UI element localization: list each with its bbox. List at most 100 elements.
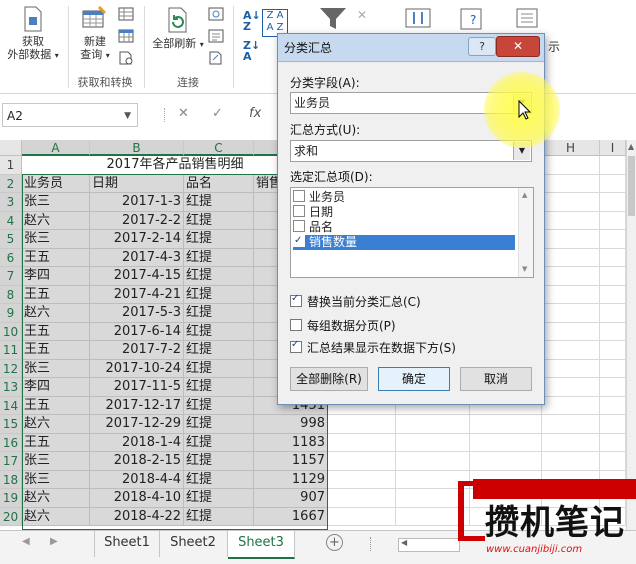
table-cell[interactable]: 红提	[184, 304, 254, 323]
edit-links-icon[interactable]	[208, 51, 224, 65]
row-header-5[interactable]: 5	[0, 230, 22, 249]
list-item[interactable]: 业务员	[293, 190, 515, 205]
replace-current-option[interactable]: 替换当前分类汇总(C)	[290, 293, 421, 310]
checkbox[interactable]	[293, 205, 305, 217]
checkbox[interactable]	[293, 220, 305, 232]
table-cell[interactable]: 2017-1-3	[90, 193, 184, 212]
table-cell[interactable]	[600, 285, 626, 304]
table-cell[interactable]: 红提	[184, 230, 254, 249]
table-cell[interactable]: 2017-10-24	[90, 359, 184, 378]
properties-icon[interactable]	[208, 29, 224, 43]
row-header-4[interactable]: 4	[0, 211, 22, 230]
table-cell[interactable]	[328, 470, 396, 489]
vertical-scrollbar[interactable]: ▲	[626, 140, 636, 530]
checkbox-checked[interactable]	[293, 233, 305, 248]
table-cell[interactable]	[542, 211, 600, 230]
row-header-3[interactable]: 3	[0, 193, 22, 212]
table-cell[interactable]	[600, 248, 626, 267]
clear-filter-icon[interactable]: ✕	[357, 8, 367, 22]
table-cell[interactable]: 1183	[254, 433, 328, 452]
tab-splitter[interactable]	[370, 537, 373, 551]
table-cell[interactable]	[396, 452, 470, 471]
close-button[interactable]: ✕	[496, 36, 540, 57]
table-cell[interactable]	[542, 248, 600, 267]
table-cell[interactable]: 张三	[22, 230, 90, 249]
row-header-12[interactable]: 12	[0, 359, 22, 378]
row-header-9[interactable]: 9	[0, 304, 22, 323]
table-cell[interactable]: 2017-4-21	[90, 285, 184, 304]
ok-button[interactable]: 确定	[378, 367, 450, 391]
table-cell[interactable]	[600, 433, 626, 452]
table-cell[interactable]: 红提	[184, 322, 254, 341]
table-cell[interactable]: 红提	[184, 248, 254, 267]
table-cell[interactable]: 2017-12-29	[90, 415, 184, 434]
table-cell[interactable]: 张三	[22, 452, 90, 471]
table-cell[interactable]	[600, 156, 626, 175]
table-cell[interactable]: 王五	[22, 433, 90, 452]
table-cell[interactable]	[470, 433, 542, 452]
table-cell[interactable]	[542, 433, 600, 452]
tab-next-icon[interactable]: ▶	[50, 536, 58, 547]
column-header-c[interactable]: C	[184, 140, 254, 156]
table-cell[interactable]: 2017-5-3	[90, 304, 184, 323]
table-cell[interactable]: 2017-12-17	[90, 396, 184, 415]
table-cell[interactable]	[542, 359, 600, 378]
formula-bar-splitter[interactable]	[164, 108, 167, 122]
table-cell[interactable]: 2017-6-14	[90, 322, 184, 341]
table-cell[interactable]: 2018-1-4	[90, 433, 184, 452]
table-cell[interactable]: 赵六	[22, 507, 90, 526]
row-header-13[interactable]: 13	[0, 378, 22, 397]
table-cell[interactable]	[328, 452, 396, 471]
table-cell[interactable]	[600, 193, 626, 212]
list-item[interactable]: 日期	[293, 205, 515, 220]
table-cell[interactable]: 红提	[184, 489, 254, 508]
table-cell[interactable]: 红提	[184, 396, 254, 415]
column-header-i[interactable]: I	[600, 140, 626, 156]
header-cell[interactable]: 日期	[90, 174, 184, 193]
header-cell[interactable]	[542, 174, 600, 193]
checkbox-checked[interactable]	[290, 293, 302, 307]
filter-icon[interactable]	[318, 6, 348, 32]
sort-descending-icon[interactable]: Z↓ A	[243, 40, 260, 62]
table-cell[interactable]	[542, 193, 600, 212]
checkbox[interactable]	[290, 319, 302, 331]
text-to-columns-icon[interactable]	[405, 7, 431, 29]
subtotal-items-list[interactable]: 业务员 日期 品名 销售数量 ▲ ▼	[290, 187, 534, 278]
column-header-h[interactable]: H	[542, 140, 600, 156]
table-cell[interactable]	[542, 341, 600, 360]
table-cell[interactable]: 2018-4-4	[90, 470, 184, 489]
table-cell[interactable]: 红提	[184, 507, 254, 526]
table-cell[interactable]	[542, 285, 600, 304]
table-cell[interactable]: 1667	[254, 507, 328, 526]
summary-below-option[interactable]: 汇总结果显示在数据下方(S)	[290, 339, 456, 356]
row-header-15[interactable]: 15	[0, 415, 22, 434]
recent-sources-icon[interactable]	[118, 51, 134, 65]
table-cell[interactable]: 李四	[22, 267, 90, 286]
table-cell[interactable]: 1129	[254, 470, 328, 489]
row-header-6[interactable]: 6	[0, 248, 22, 267]
dialog-title-bar[interactable]: 分类汇总 ? ✕	[278, 34, 544, 62]
table-cell[interactable]	[542, 415, 600, 434]
table-cell[interactable]: 红提	[184, 415, 254, 434]
table-cell[interactable]	[600, 378, 626, 397]
table-cell[interactable]	[470, 452, 542, 471]
table-cell[interactable]: 红提	[184, 378, 254, 397]
tab-sheet3[interactable]: Sheet3	[228, 531, 295, 559]
table-cell[interactable]: 李四	[22, 378, 90, 397]
table-cell[interactable]: 红提	[184, 267, 254, 286]
table-cell[interactable]: 赵六	[22, 304, 90, 323]
table-cell[interactable]: 红提	[184, 285, 254, 304]
list-item[interactable]: 销售数量	[293, 233, 515, 250]
row-header-7[interactable]: 7	[0, 267, 22, 286]
table-cell[interactable]: 红提	[184, 341, 254, 360]
table-cell[interactable]: 张三	[22, 193, 90, 212]
table-cell[interactable]	[542, 156, 600, 175]
get-external-data-button[interactable]: 获取 外部数据 ▾	[2, 6, 64, 62]
select-all-corner[interactable]	[0, 140, 22, 156]
table-cell[interactable]	[600, 230, 626, 249]
row-header-10[interactable]: 10	[0, 322, 22, 341]
table-cell[interactable]: 红提	[184, 359, 254, 378]
connections-icon[interactable]	[208, 7, 224, 21]
table-cell[interactable]	[396, 433, 470, 452]
page-break-option[interactable]: 每组数据分页(P)	[290, 317, 396, 334]
